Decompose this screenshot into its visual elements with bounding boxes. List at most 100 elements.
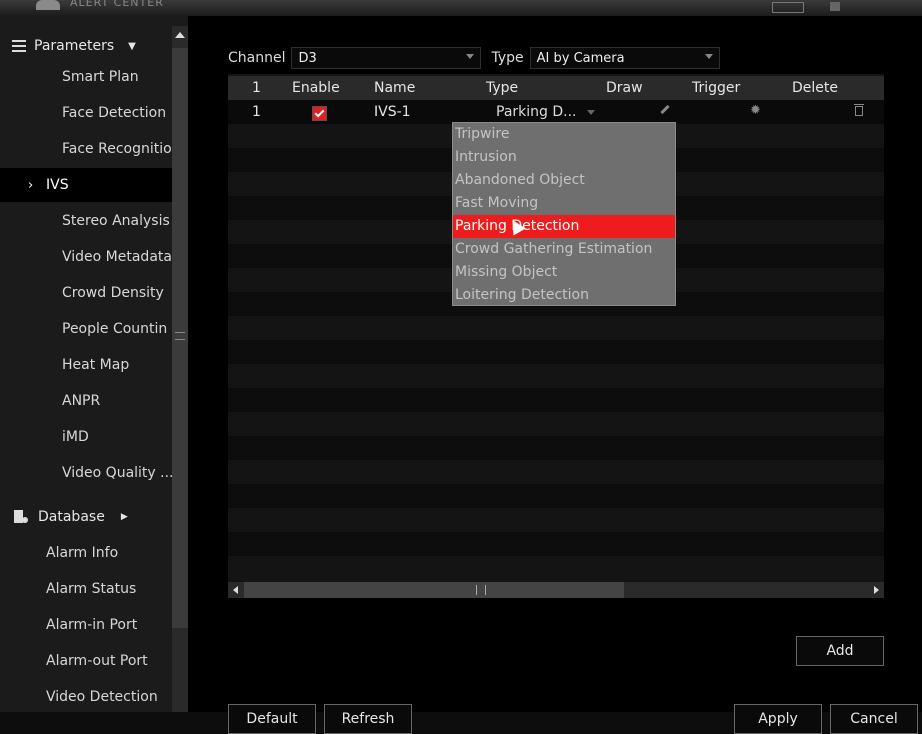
row-type-select[interactable]: Parking D... — [496, 100, 595, 124]
sidebar-item-alarm-in-port[interactable]: Alarm-in Port — [0, 608, 172, 642]
sidebar-item-smart-plan[interactable]: Smart Plan — [0, 60, 172, 94]
sidebar-item-video-detection[interactable]: Video Detection — [0, 680, 172, 714]
column-header-name: Name — [374, 80, 416, 96]
row-name: IVS-1 — [374, 104, 411, 120]
sidebar-item-label: Alarm-in Port — [46, 617, 138, 633]
dropdown-option[interactable]: Intrusion — [453, 146, 675, 169]
add-button[interactable]: Add — [796, 636, 884, 666]
sidebar-item-heat-map[interactable]: Heat Map — [0, 348, 172, 382]
cancel-button[interactable]: Cancel — [830, 704, 918, 734]
empty-row — [228, 532, 884, 556]
dropdown-option[interactable]: Abandoned Object — [453, 169, 675, 192]
column-header-draw: Draw — [606, 80, 643, 96]
horizontal-scroll-thumb[interactable] — [244, 582, 624, 598]
type-dropdown-list: Tripwire Intrusion Abandoned Object Fast… — [452, 122, 676, 306]
trash-icon[interactable] — [854, 104, 864, 116]
table-horizontal-scrollbar[interactable] — [228, 582, 884, 598]
sidebar-item-imd[interactable]: iMD — [0, 420, 172, 454]
refresh-button[interactable]: Refresh — [324, 704, 412, 734]
chevron-right-icon: › — [28, 177, 34, 193]
grip-icon — [476, 585, 486, 595]
list-icon — [12, 40, 26, 52]
sidebar-item-alarm-info[interactable]: Alarm Info — [0, 536, 172, 570]
sidebar-scrollbar[interactable] — [172, 26, 188, 712]
empty-row — [228, 484, 884, 508]
channel-value: D3 — [298, 50, 317, 66]
dropdown-option[interactable]: Fast Moving — [453, 192, 675, 215]
column-header-enable: Enable — [292, 80, 340, 96]
empty-row — [228, 436, 884, 460]
sidebar-item-label: Video Metadata — [62, 249, 172, 265]
sidebar-item-anpr[interactable]: ANPR — [0, 384, 172, 418]
sidebar-scroll-thumb[interactable] — [172, 48, 188, 628]
sidebar-item-people-counting[interactable]: People Countin — [0, 312, 172, 346]
row-type-value: Parking D... — [496, 104, 577, 120]
dropdown-option[interactable]: Missing Object — [453, 261, 675, 284]
column-header-index: 1 — [252, 80, 261, 96]
bell-icon — [36, 0, 60, 10]
scroll-up-icon[interactable] — [175, 32, 185, 38]
chevron-down-icon: ▼ — [128, 40, 136, 52]
sidebar-item-video-metadata[interactable]: Video Metadata — [0, 240, 172, 274]
sidebar-item-face-recognition[interactable]: Face Recognitio — [0, 132, 172, 166]
default-button[interactable]: Default — [228, 704, 316, 734]
top-bar: ALERT CENTER — [0, 0, 922, 16]
sidebar-item-ivs[interactable]: › IVS — [0, 168, 172, 202]
empty-row — [228, 388, 884, 412]
scroll-right-icon[interactable] — [874, 586, 879, 594]
sidebar-item-alarm-out-port[interactable]: Alarm-out Port — [0, 644, 172, 678]
sidebar-item-face-detection[interactable]: Face Detection — [0, 96, 172, 130]
sidebar-section-label: Parameters — [34, 38, 115, 54]
scroll-left-icon[interactable] — [233, 586, 238, 594]
window-controls[interactable] — [848, 3, 908, 11]
chevron-down-icon — [466, 54, 475, 59]
channel-label: Channel — [228, 50, 286, 66]
enable-checkbox[interactable] — [312, 106, 327, 121]
column-header-delete: Delete — [792, 80, 838, 96]
empty-row — [228, 340, 884, 364]
channel-select[interactable]: D3 — [291, 47, 482, 69]
dropdown-option[interactable]: Tripwire — [453, 123, 675, 146]
pencil-icon[interactable] — [660, 104, 670, 115]
sidebar-item-crowd-density[interactable]: Crowd Density — [0, 276, 172, 310]
app-title: ALERT CENTER — [70, 0, 164, 9]
chevron-down-icon — [586, 109, 595, 115]
sidebar-item-alarm-status[interactable]: Alarm Status — [0, 572, 172, 606]
sidebar-section-database[interactable]: Database ▶ — [0, 500, 172, 534]
filter-row: Channel D3 Type AI by Camera — [228, 46, 720, 70]
sidebar-item-label: Heat Map — [62, 357, 130, 373]
type-label: Type — [491, 50, 524, 66]
user-icon[interactable] — [830, 2, 840, 11]
type-value: AI by Camera — [536, 50, 625, 66]
database-icon — [14, 510, 28, 524]
dropdown-option[interactable]: Crowd Gathering Estimation — [453, 238, 675, 261]
sidebar-item-label: Alarm-out Port — [46, 653, 148, 669]
table-header: 1 Enable Name Type Draw Trigger Delete — [228, 76, 884, 100]
sidebar-section-label: Database — [38, 509, 105, 525]
sidebar-item-video-quality[interactable]: Video Quality ... — [0, 456, 172, 490]
sidebar-item-label: Face Detection — [62, 105, 167, 121]
dropdown-option-selected[interactable]: Parking Detection — [453, 215, 675, 238]
apply-button[interactable]: Apply — [734, 704, 822, 734]
type-select[interactable]: AI by Camera — [529, 47, 720, 69]
main-panel: Channel D3 Type AI by Camera 1 Enable Na… — [188, 16, 922, 734]
chevron-down-icon — [704, 54, 713, 59]
sidebar-item-label: Alarm Info — [46, 545, 119, 561]
sidebar-item-label: IVS — [46, 177, 69, 193]
sidebar-item-label: Face Recognitio — [62, 141, 172, 157]
sidebar-item-label: ANPR — [62, 393, 101, 409]
sidebar-item-stereo-analysis[interactable]: Stereo Analysis — [0, 204, 172, 238]
sidebar-item-label: Alarm Status — [46, 581, 137, 597]
row-index: 1 — [252, 104, 261, 120]
sidebar-item-label: Stereo Analysis — [62, 213, 170, 229]
column-header-type: Type — [486, 80, 519, 96]
sidebar-section-parameters[interactable]: Parameters ▼ — [0, 30, 172, 62]
sidebar-item-label: Video Quality ... — [62, 465, 172, 481]
grip-icon — [175, 332, 185, 340]
sidebar: Parameters ▼ Smart Plan Face Detection F… — [0, 16, 188, 712]
top-control-button[interactable] — [772, 2, 804, 13]
gear-icon[interactable]: ✹ — [750, 104, 762, 117]
sidebar-item-label: Smart Plan — [62, 69, 139, 85]
chevron-right-icon: ▶ — [120, 512, 128, 522]
dropdown-option[interactable]: Loitering Detection — [453, 284, 675, 307]
